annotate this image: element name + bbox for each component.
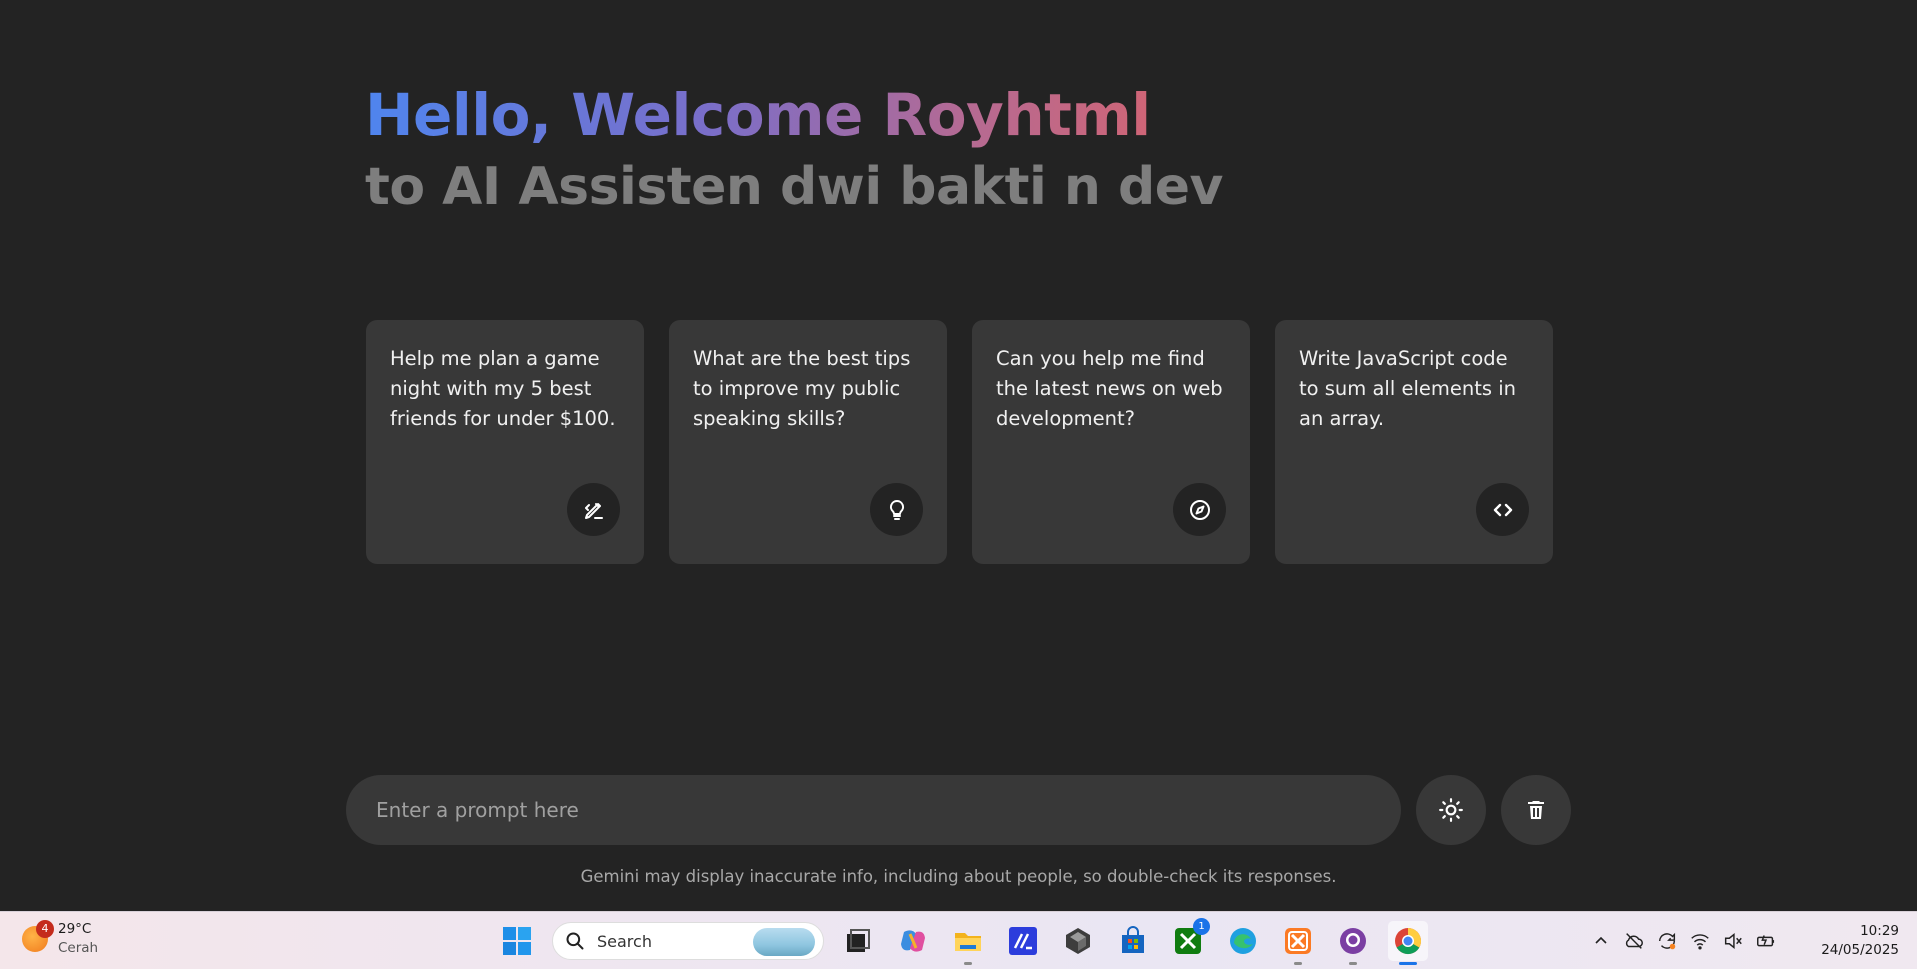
visual-studio-icon xyxy=(1009,927,1037,955)
suggestion-card-javascript[interactable]: Write JavaScript code to sum all element… xyxy=(1275,320,1553,564)
xbox-button[interactable]: 1 xyxy=(1168,918,1210,961)
start-button[interactable] xyxy=(497,921,537,961)
greeting-title: Hello, Welcome Royhtml xyxy=(365,78,1223,152)
suggestion-text: Can you help me find the latest news on … xyxy=(996,347,1223,430)
copilot-icon xyxy=(901,930,925,952)
draw-icon xyxy=(567,483,620,536)
xampp-button[interactable] xyxy=(1278,921,1318,965)
weather-icon: 4 xyxy=(22,920,54,952)
unity-icon xyxy=(1066,928,1090,954)
explore-icon xyxy=(1173,483,1226,536)
suggestion-text: Help me plan a game night with my 5 best… xyxy=(390,347,616,430)
clock-date: 24/05/2025 xyxy=(1821,942,1899,958)
start-icon xyxy=(503,927,531,955)
battery-charging-icon[interactable] xyxy=(1755,930,1777,952)
prompt-bar xyxy=(346,775,1571,845)
file-explorer-button[interactable] xyxy=(948,921,988,965)
xampp-icon xyxy=(1285,928,1311,954)
lightbulb-icon xyxy=(870,483,923,536)
suggestion-card-web-news[interactable]: Can you help me find the latest news on … xyxy=(972,320,1250,564)
store-icon xyxy=(1122,926,1144,953)
weather-text: 29°C Cerah xyxy=(58,920,98,958)
taskbar-apps: Search 1 xyxy=(497,918,1443,965)
system-tray xyxy=(1590,912,1788,969)
unity-button[interactable] xyxy=(1058,921,1098,961)
running-indicator xyxy=(1294,962,1302,965)
theme-toggle-button[interactable] xyxy=(1416,775,1486,845)
suggestion-list: Help me plan a game night with my 5 best… xyxy=(366,320,1553,564)
delete-chat-button[interactable] xyxy=(1501,775,1571,845)
edge-button[interactable] xyxy=(1223,921,1263,961)
system-clock[interactable]: 10:29 24/05/2025 xyxy=(1821,922,1899,960)
volume-muted-icon[interactable] xyxy=(1722,930,1744,952)
file-explorer-icon xyxy=(955,933,981,951)
sync-icon[interactable] xyxy=(1656,930,1678,952)
task-view-button[interactable] xyxy=(838,921,878,961)
chrome-button[interactable] xyxy=(1388,921,1428,965)
disclaimer-text: Gemini may display inaccurate info, incl… xyxy=(580,867,1337,886)
search-icon xyxy=(566,932,584,950)
github-desktop-icon xyxy=(1340,928,1366,954)
wifi-icon[interactable] xyxy=(1689,930,1711,952)
search-label: Search xyxy=(597,931,652,951)
onedrive-offline-icon[interactable] xyxy=(1623,930,1645,952)
prompt-input-wrapper xyxy=(346,775,1401,845)
running-indicator xyxy=(1349,962,1357,965)
clock-time: 10:29 xyxy=(1860,923,1899,939)
edge-icon xyxy=(1230,928,1256,954)
code-icon xyxy=(1476,483,1529,536)
chrome-icon xyxy=(1395,928,1422,955)
task-view-icon xyxy=(847,929,870,952)
greeting-subtitle: to AI Assisten dwi bakti n dev xyxy=(365,157,1223,217)
weather-badge: 4 xyxy=(36,920,54,938)
suggestion-text: Write JavaScript code to sum all element… xyxy=(1299,347,1517,430)
weather-widget[interactable]: 4 29°C Cerah xyxy=(22,920,98,958)
windows-taskbar: 4 29°C Cerah Search 1 10:29 24/05/2025 xyxy=(0,911,1917,969)
xbox-notification-badge: 1 xyxy=(1193,918,1210,935)
visual-studio-button[interactable] xyxy=(1003,921,1043,961)
running-indicator xyxy=(964,962,972,965)
taskbar-search[interactable]: Search xyxy=(552,922,824,960)
store-button[interactable] xyxy=(1113,921,1153,961)
suggestion-card-public-speaking[interactable]: What are the best tips to improve my pub… xyxy=(669,320,947,564)
suggestion-card-game-night[interactable]: Help me plan a game night with my 5 best… xyxy=(366,320,644,564)
weather-condition: Cerah xyxy=(58,940,99,956)
active-indicator xyxy=(1399,962,1417,965)
sun-icon xyxy=(1439,798,1463,822)
trash-icon xyxy=(1528,801,1544,819)
search-highlight-image xyxy=(753,928,815,956)
prompt-input[interactable] xyxy=(376,798,1371,822)
greeting-header: Hello, Welcome Royhtml to AI Assisten dw… xyxy=(365,78,1223,222)
github-desktop-button[interactable] xyxy=(1333,921,1373,965)
chevron-up-icon[interactable] xyxy=(1590,930,1612,952)
copilot-button[interactable] xyxy=(893,921,933,961)
gemini-app: Hello, Welcome Royhtml to AI Assisten dw… xyxy=(0,0,1917,911)
suggestion-text: What are the best tips to improve my pub… xyxy=(693,347,911,430)
weather-temp: 29°C xyxy=(58,921,92,937)
